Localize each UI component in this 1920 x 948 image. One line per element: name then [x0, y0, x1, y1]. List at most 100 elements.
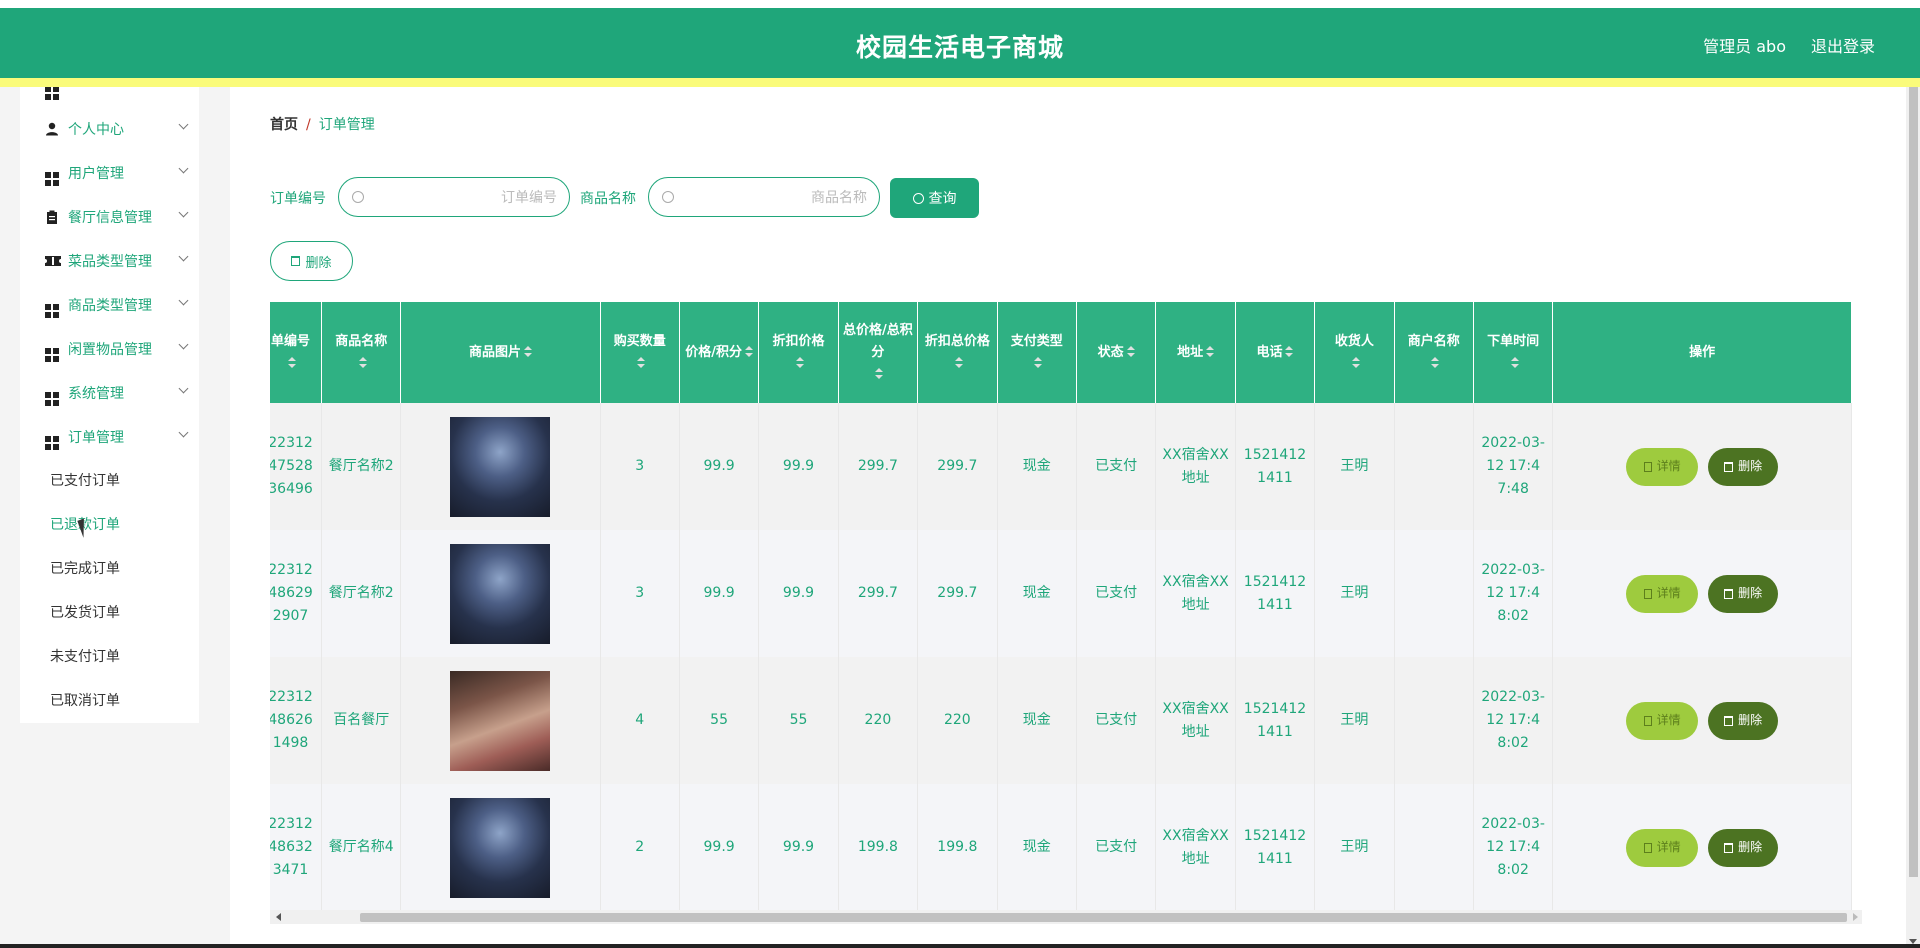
cell-total: 220 [838, 657, 919, 784]
batch-delete-button[interactable]: 删除 [270, 241, 353, 281]
col-merchant[interactable]: 商户名称 [1394, 302, 1474, 403]
sidebar-subitem-completed-orders[interactable]: 已完成订单 [50, 547, 120, 591]
cell-merchant [1394, 657, 1474, 784]
sidebar-item-restaurants[interactable]: 餐厅信息管理 [20, 195, 199, 239]
cell-discount-price: 99.9 [758, 784, 839, 911]
delete-button[interactable]: 删除 [1708, 447, 1779, 486]
cell-address: XX宿舍XX地址 [1155, 784, 1236, 911]
order-no-input[interactable] [369, 186, 557, 210]
chevron-down-icon [178, 383, 189, 394]
cell-price: 99.9 [679, 530, 760, 657]
col-quantity[interactable]: 购买数量 [600, 302, 680, 403]
sidebar-item-product-types[interactable]: 商品类型管理 [20, 283, 199, 327]
chevron-down-icon [178, 295, 189, 306]
grid-icon [45, 87, 59, 100]
trash-icon [1724, 588, 1734, 599]
sidebar-item-system[interactable]: 系统管理 [20, 371, 199, 415]
detail-button[interactable]: 详情 [1626, 574, 1699, 613]
sidebar: 个人中心 用户管理 餐厅信息管理 菜品类型管理 商品类型管理 闲置物品管理 系统… [20, 87, 199, 723]
page-vertical-scrollbar[interactable] [1906, 87, 1920, 948]
col-pay-type[interactable]: 支付类型 [997, 302, 1077, 403]
product-image[interactable] [450, 797, 551, 898]
sidebar-item-profile[interactable]: 个人中心 [20, 107, 199, 151]
sidebar-item-idle-items[interactable]: 闲置物品管理 [20, 327, 199, 371]
taskbar-edge [0, 944, 1920, 948]
chevron-down-icon [178, 427, 189, 438]
product-image[interactable] [450, 670, 551, 771]
scroll-left-arrow-icon[interactable] [276, 913, 281, 921]
cell-image [400, 403, 601, 530]
horizontal-scroll-thumb[interactable] [360, 913, 1847, 922]
cell-receiver: 王明 [1314, 403, 1395, 530]
col-discount-total[interactable]: 折扣总价格 [917, 302, 998, 403]
col-receiver[interactable]: 收货人 [1314, 302, 1395, 403]
cell-pay-type: 现金 [997, 530, 1077, 657]
sort-icon [954, 357, 963, 369]
sidebar-item-label: 订单管理 [68, 430, 124, 446]
table-row: 22312486261498 百名餐厅 4 55 55 220 220 现金 已… [270, 657, 1852, 784]
document-icon [1643, 461, 1652, 472]
col-total[interactable]: 总价格/总积分 [838, 302, 919, 403]
col-price[interactable]: 价格/积分 [679, 302, 760, 403]
breadcrumb-home[interactable]: 首页 [270, 117, 298, 133]
logout-link[interactable]: 退出登录 [1811, 33, 1875, 57]
cell-status: 已支付 [1076, 403, 1157, 530]
cell-order-time: 2022-03-12 17:48:02 [1473, 530, 1554, 657]
sidebar-subitem-paid-orders[interactable]: 已支付订单 [50, 459, 120, 503]
col-image[interactable]: 商品图片 [400, 302, 601, 403]
cell-address: XX宿舍XX地址 [1155, 403, 1236, 530]
col-discount-price[interactable]: 折扣价格 [758, 302, 839, 403]
detail-button[interactable]: 详情 [1626, 701, 1699, 740]
detail-button[interactable]: 详情 [1626, 447, 1699, 486]
trash-icon [1724, 461, 1734, 472]
cell-status: 已支付 [1076, 657, 1157, 784]
cell-product-name: 餐厅名称2 [321, 530, 402, 657]
sidebar-subitem-unpaid-orders[interactable]: 未支付订单 [50, 635, 120, 679]
sidebar-item-home[interactable] [20, 87, 199, 109]
col-product-name[interactable]: 商品名称 [321, 302, 402, 403]
search-icon [912, 192, 924, 204]
top-header: 校园生活电子商城 管理员 abo 退出登录 [0, 8, 1920, 78]
clipboard-icon [45, 210, 59, 224]
cell-phone: 15214121411 [1235, 403, 1316, 530]
cell-image [400, 657, 601, 784]
sidebar-item-orders[interactable]: 订单管理 [20, 415, 199, 459]
table-horizontal-scrollbar[interactable] [270, 910, 1862, 924]
sidebar-item-label: 商品类型管理 [68, 298, 152, 314]
cell-merchant [1394, 403, 1474, 530]
chevron-down-icon [178, 119, 189, 130]
cell-price: 55 [679, 657, 760, 784]
product-name-input[interactable] [679, 186, 867, 210]
product-image[interactable] [450, 416, 551, 517]
sidebar-item-label: 个人中心 [68, 122, 124, 138]
delete-button[interactable]: 删除 [1708, 828, 1779, 867]
sort-icon [1126, 346, 1135, 358]
col-phone[interactable]: 电话 [1235, 302, 1316, 403]
sidebar-subitem-cancelled-orders[interactable]: 已取消订单 [50, 679, 120, 723]
cell-merchant [1394, 784, 1474, 911]
vertical-scroll-thumb[interactable] [1909, 87, 1918, 877]
cell-discount-price: 99.9 [758, 403, 839, 530]
col-order-no[interactable]: 单编号 [270, 302, 323, 403]
search-icon [662, 191, 674, 203]
sidebar-item-users[interactable]: 用户管理 [20, 151, 199, 195]
col-address[interactable]: 地址 [1155, 302, 1236, 403]
sort-icon [637, 357, 646, 369]
cell-order-time: 2022-03-12 17:47:48 [1473, 403, 1554, 530]
sidebar-subitem-shipped-orders[interactable]: 已发货订单 [50, 591, 120, 635]
cell-quantity: 3 [600, 530, 680, 657]
cell-image [400, 530, 601, 657]
col-order-time[interactable]: 下单时间 [1473, 302, 1554, 403]
sidebar-item-dish-types[interactable]: 菜品类型管理 [20, 239, 199, 283]
delete-button[interactable]: 删除 [1708, 574, 1779, 613]
product-image[interactable] [450, 543, 551, 644]
scroll-right-arrow-icon[interactable] [1853, 913, 1858, 921]
delete-button[interactable]: 删除 [1708, 701, 1779, 740]
cell-discount-total: 299.7 [917, 403, 998, 530]
breadcrumb-separator: / [306, 117, 311, 133]
cell-order-no: 22312486323471 [270, 784, 323, 911]
query-button[interactable]: 查询 [890, 178, 979, 218]
sort-icon [1206, 346, 1215, 358]
detail-button[interactable]: 详情 [1626, 828, 1699, 867]
col-status[interactable]: 状态 [1076, 302, 1157, 403]
